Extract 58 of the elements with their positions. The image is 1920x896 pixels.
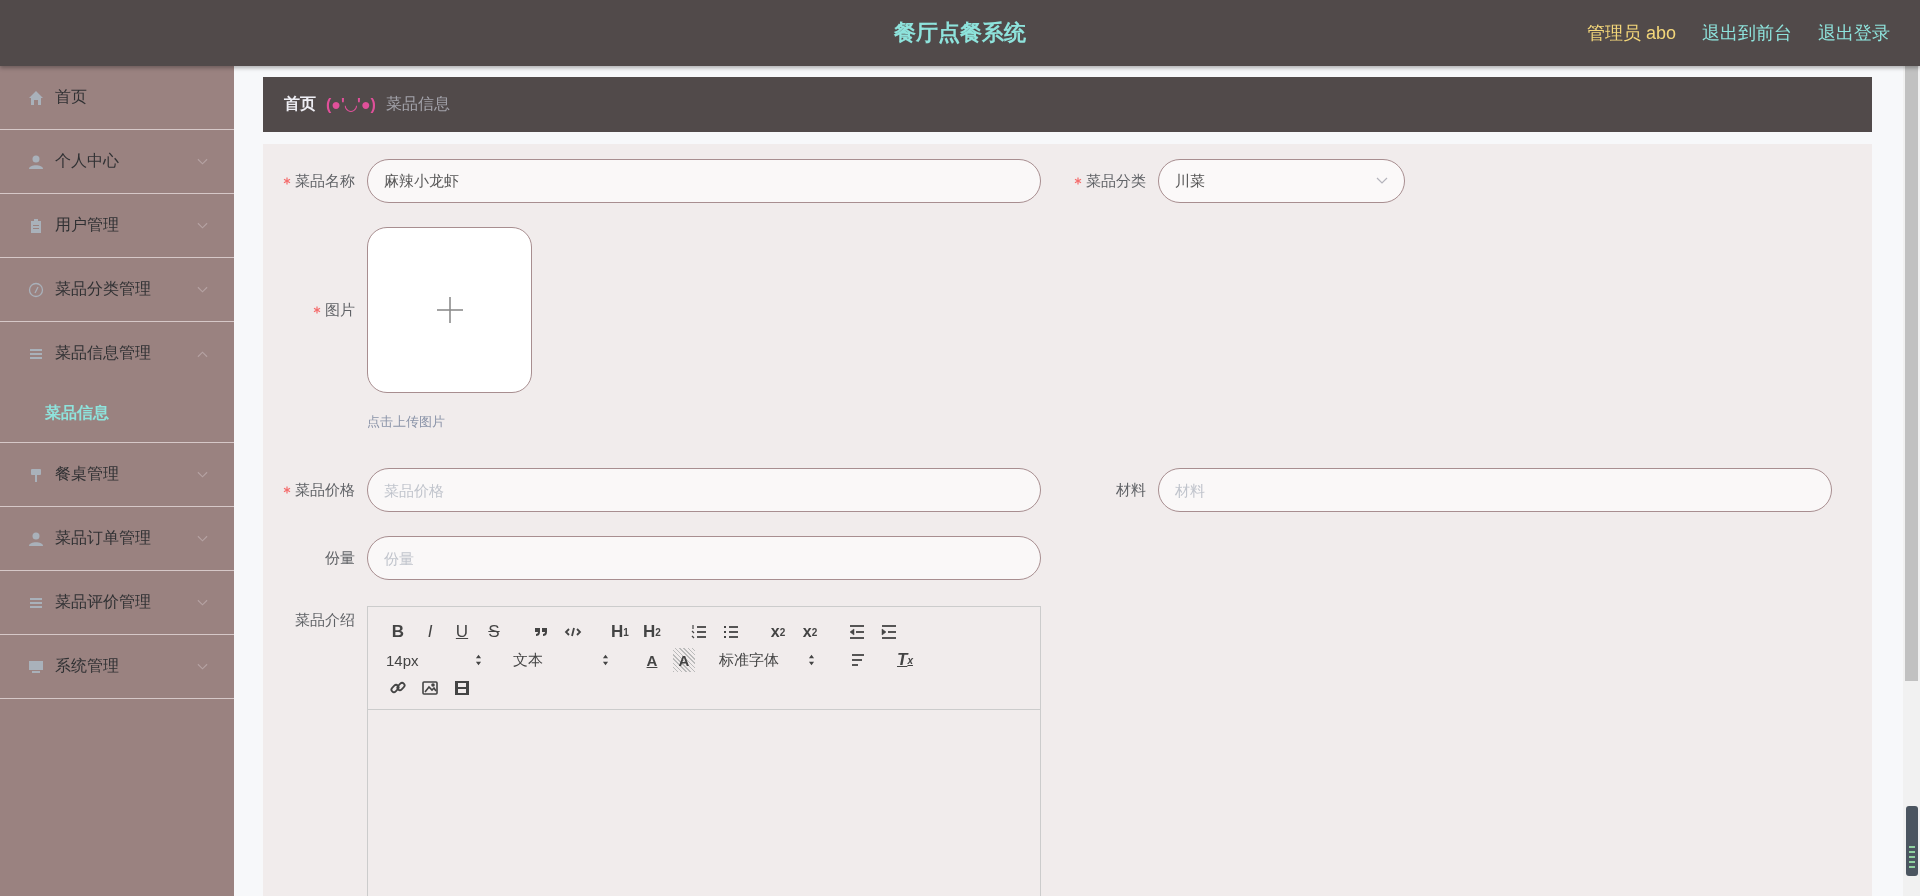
plus-icon [435,296,464,324]
user-name: 管理员 abo [1586,22,1676,45]
breadcrumb-separator: (●'◡'●) [326,95,376,114]
up-down-arrows-icon [475,654,482,666]
field-label: 材料 [1116,480,1146,500]
breadcrumb-link[interactable]: 菜品信息 [385,94,450,115]
outdent-icon[interactable] [848,623,866,641]
bullet-list-icon[interactable] [722,623,740,641]
compass-icon [28,281,44,298]
sidebar-item[interactable]: 系统管理 [0,635,234,699]
underline-button[interactable]: U [451,620,473,644]
home-icon [28,89,44,106]
pushpin-icon [28,466,44,483]
sidebar-item[interactable]: 首页 [0,66,234,130]
scrollbar-thumb[interactable] [1905,66,1918,681]
align-left-icon[interactable] [849,651,867,669]
app-title: 餐厅点餐系统 [894,19,1026,47]
up-down-arrows-icon [602,654,609,666]
dropdown-picker[interactable]: 标准字体 [715,648,823,672]
field-label: 菜品名称 [295,171,355,191]
input-field[interactable]: 菜品价格 [367,468,1041,512]
bold-button[interactable]: B [387,620,409,644]
person-icon [28,530,44,547]
italic-button[interactable]: I [419,620,441,644]
meter-icon [1906,806,1918,876]
header-link[interactable]: 退出登录 [1818,21,1890,45]
field-label: 菜品介绍 [295,610,355,630]
sidebar-item[interactable]: 餐桌管理 [0,443,234,507]
sidebar-item[interactable]: 菜品信息管理 [0,322,234,385]
header-link[interactable]: 退出到前台 [1702,21,1792,45]
ordered-list-icon[interactable] [690,623,708,641]
sidebar-item[interactable]: 菜品分类管理 [0,258,234,322]
monitor-icon [28,658,44,675]
field-label: 菜品价格 [295,480,355,500]
strike-button[interactable]: S [483,620,505,644]
field-label: 份量 [325,548,355,568]
sidebar-item[interactable]: 菜品评价管理 [0,571,234,635]
dropdown-picker[interactable]: 14px [382,648,490,672]
sidebar-item[interactable]: 个人中心 [0,130,234,194]
dropdown-picker[interactable]: 文本 [509,648,617,672]
image-icon[interactable] [421,679,439,697]
indent-icon[interactable] [880,623,898,641]
upload-hint: 点击上传图片 [367,413,445,431]
sidebar-item[interactable]: 用户管理 [0,194,234,258]
sidebar-item[interactable]: 菜品订单管理 [0,507,234,571]
chevron-down-icon [1376,177,1388,185]
breadcrumb-link[interactable]: 首页 [284,94,316,115]
input-field[interactable]: 麻辣小龙虾 [367,159,1041,203]
select-field[interactable]: 川菜 [1158,159,1405,203]
field-label: 图片 [325,300,355,320]
color-button[interactable]: A [641,648,663,672]
background-button[interactable]: A [673,648,695,672]
clipboard-icon [28,217,44,234]
field-label: 菜品分类 [1086,171,1146,191]
video-icon[interactable] [453,679,471,697]
up-down-arrows-icon [808,654,815,666]
person-icon [28,153,44,170]
input-field[interactable]: 材料 [1158,468,1832,512]
